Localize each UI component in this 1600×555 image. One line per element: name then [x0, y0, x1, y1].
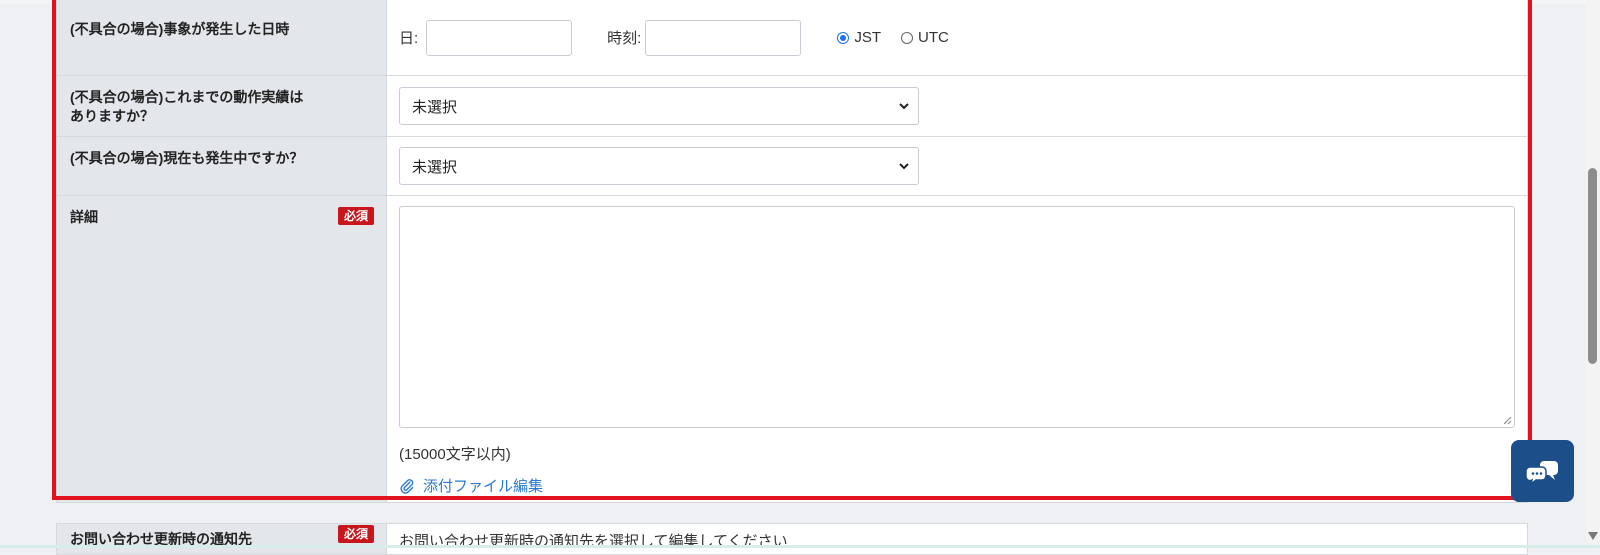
- tz-label: UTC: [918, 29, 949, 46]
- field-label: (不具合の場合)事象が発生した日時: [57, 0, 387, 75]
- field-label: お問い合わせ更新時の通知先 必須: [57, 524, 387, 554]
- field-value: 日: 時刻: JST UTC: [387, 0, 1527, 75]
- select-value: 未選択: [412, 158, 458, 176]
- radio-unchecked-icon: [901, 31, 914, 44]
- field-label: (不具合の場合)現在も発生中ですか？: [57, 137, 387, 195]
- required-badge: 必須: [337, 207, 374, 225]
- scrollbar-thumb[interactable]: [1588, 168, 1597, 364]
- required-badge: 必須: [337, 525, 374, 543]
- day-input[interactable]: [426, 19, 573, 56]
- row-still-occurring: (不具合の場合)現在も発生中ですか？ 未選択: [57, 137, 1527, 196]
- field-value: 未選択: [387, 76, 1527, 136]
- details-textarea[interactable]: [399, 206, 1515, 428]
- time-input[interactable]: [645, 19, 802, 56]
- chat-button[interactable]: [1511, 440, 1574, 502]
- tz-label: JST: [854, 29, 882, 46]
- field-value: 未選択: [387, 137, 1527, 195]
- time-label: 時刻:: [607, 30, 642, 47]
- day-label: 日:: [399, 30, 419, 47]
- resize-grip-icon[interactable]: [1503, 416, 1512, 425]
- tz-radio-jst[interactable]: JST: [837, 29, 881, 46]
- label-line: ありますか？: [70, 108, 154, 124]
- chevron-down-icon: [899, 103, 909, 110]
- field-label: 詳細 必須: [57, 196, 387, 502]
- char-limit-note: (15000文字以内): [399, 446, 511, 463]
- row-details: 詳細 必須 (15000文字以内) 添付ファイル編集: [57, 196, 1527, 503]
- field-label: (不具合の場合)これまでの動作実績は ありますか？: [57, 76, 387, 136]
- field-value: お問い合わせ更新時の通知先を選択して編集してください: [387, 524, 1527, 554]
- chevron-down-icon: [899, 163, 909, 170]
- chat-bubbles-icon: [1525, 461, 1558, 485]
- field-value: (15000文字以内) 添付ファイル編集: [387, 196, 1527, 502]
- paperclip-icon: [400, 478, 414, 494]
- details-label: 詳細: [70, 209, 98, 225]
- attach-file-link[interactable]: 添付ファイル編集: [399, 475, 543, 496]
- radio-checked-icon: [837, 31, 850, 44]
- row-update-notification: お問い合わせ更新時の通知先 必須 お問い合わせ更新時の通知先を選択して編集してく…: [56, 523, 1528, 555]
- scroll-down-arrow-icon[interactable]: [1588, 532, 1598, 540]
- row-occurrence-datetime: (不具合の場合)事象が発生した日時 日: 時刻: JST UTC: [57, 0, 1527, 76]
- attach-label: 添付ファイル編集: [423, 478, 544, 495]
- history-select[interactable]: 未選択: [399, 87, 919, 125]
- tz-radio-utc[interactable]: UTC: [901, 29, 949, 46]
- label-line: (不具合の場合)これまでの動作実績は: [70, 89, 304, 105]
- row-operation-history: (不具合の場合)これまでの動作実績は ありますか？ 未選択: [57, 76, 1527, 137]
- select-value: 未選択: [412, 98, 458, 116]
- inquiry-form: (不具合の場合)事象が発生した日時 日: 時刻: JST UTC (不具合の場合…: [56, 0, 1528, 503]
- ongoing-select[interactable]: 未選択: [399, 147, 919, 185]
